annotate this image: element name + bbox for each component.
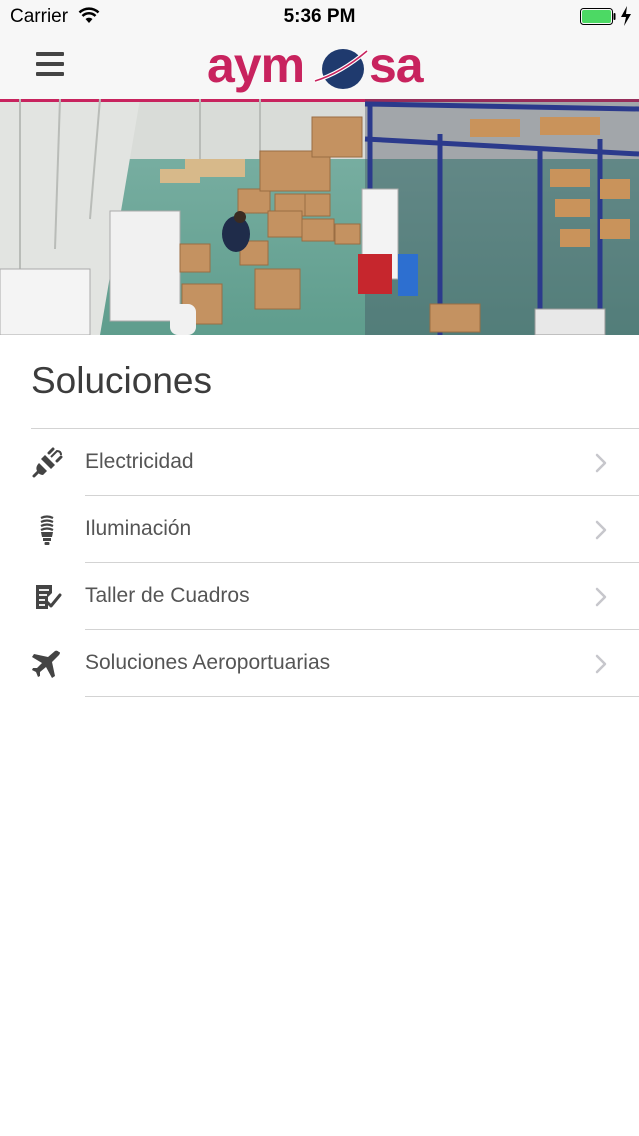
list-item-electricidad[interactable]: Electricidad [0, 429, 639, 496]
chevron-right-icon [595, 453, 607, 473]
battery-icon [580, 8, 616, 25]
chevron-right-icon [595, 520, 607, 540]
list-item-iluminacion[interactable]: Iluminación [0, 496, 639, 563]
aymesa-logo: aym sa [207, 37, 424, 93]
hero-warehouse-image [0, 99, 639, 335]
globe-logo-icon [314, 49, 369, 89]
chevron-right-icon [595, 654, 607, 674]
list-item-label: Electricidad [85, 450, 194, 473]
solutions-list: Electricidad Iluminación Taller de Cuadr… [0, 429, 639, 697]
chevron-right-icon [595, 587, 607, 607]
plug-icon [32, 447, 63, 478]
list-item-label: Soluciones Aeroportuarias [85, 651, 331, 674]
list-item-label: Taller de Cuadros [85, 584, 250, 607]
list-item-label: Iluminación [85, 517, 192, 540]
hamburger-menu-icon[interactable] [36, 52, 64, 78]
status-bar: Carrier 5:36 PM [0, 0, 639, 33]
page-title: Soluciones [31, 360, 213, 401]
list-item-soluciones-aeroportuarias[interactable]: Soluciones Aeroportuarias [0, 630, 639, 697]
divider [85, 696, 639, 697]
list-item-taller-de-cuadros[interactable]: Taller de Cuadros [0, 563, 639, 630]
navigation-bar: aym sa [0, 33, 639, 100]
checklist-icon [36, 585, 62, 609]
airplane-icon [32, 650, 60, 678]
lightbulb-icon [40, 515, 54, 545]
clock: 5:36 PM [283, 6, 356, 27]
charging-bolt-icon [621, 6, 631, 26]
